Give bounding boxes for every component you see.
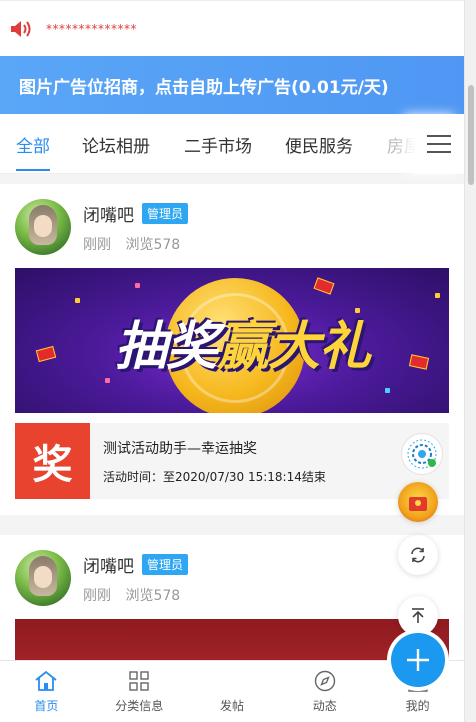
prize-icon: 奖 [15, 423, 90, 499]
scrollbar[interactable] [464, 0, 476, 722]
activity-card[interactable]: 奖 测试活动助手—幸运抽奖 活动时间：至2020/07/30 15:18:14结… [15, 423, 449, 499]
activity-title: 测试活动助手—幸运抽奖 [103, 440, 257, 457]
menu-icon[interactable] [414, 114, 464, 174]
nav-category-label: 分类信息 [115, 699, 164, 713]
tab-second-hand[interactable]: 二手市场 [184, 132, 252, 157]
nav-mine-label: 我的 [405, 699, 430, 713]
scrollbar-thumb[interactable] [468, 85, 474, 185]
nav-feed-label: 动态 [312, 699, 337, 713]
avatar[interactable] [15, 550, 71, 606]
view-count: 浏览578 [125, 236, 181, 253]
post-time: 刚刚 [83, 236, 111, 253]
category-tabs: 全部 论坛相册 二手市场 便民服务 房屋 [0, 114, 464, 174]
refresh-icon[interactable] [398, 535, 438, 575]
nav-home-label: 首页 [34, 699, 59, 713]
nav-home[interactable]: 首页 [0, 661, 93, 722]
bottom-nav: 首页 分类信息 发帖 动态 我的 [0, 629, 464, 722]
lottery-image-title: 抽奖赢大礼 [115, 317, 371, 377]
nav-post[interactable]: 发帖 [186, 629, 449, 722]
author-name[interactable]: 闭嘴吧 [83, 201, 134, 226]
main-content: ************** 图片广告位招商，点击自助上传广告(0.01元/天)… [0, 0, 464, 722]
activity-time: 活动时间：至2020/07/30 15:18:14结束 [103, 469, 326, 484]
page: ************** 图片广告位招商，点击自助上传广告(0.01元/天)… [0, 0, 476, 722]
tab-services[interactable]: 便民服务 [285, 132, 353, 157]
post-header: 闭嘴吧 管理员 刚刚 浏览578 [15, 535, 449, 617]
post-header: 闭嘴吧 管理员 刚刚 浏览578 [15, 184, 449, 266]
notice-text: ************** [46, 21, 137, 36]
post-time: 刚刚 [83, 587, 111, 604]
lottery-image[interactable]: 抽奖赢大礼 [15, 268, 449, 413]
qrcode-icon[interactable] [401, 433, 443, 475]
compass-icon [314, 668, 336, 694]
avatar[interactable] [15, 199, 71, 255]
plus-icon [390, 633, 445, 687]
ad-banner[interactable]: 图片广告位招商，点击自助上传广告(0.01元/天) [0, 56, 464, 114]
nav-feed[interactable]: 动态 [278, 661, 371, 722]
grid-icon [129, 668, 149, 694]
nav-category[interactable]: 分类信息 [93, 661, 186, 722]
post-button[interactable] [386, 629, 449, 691]
post-card[interactable]: 闭嘴吧 管理员 刚刚 浏览578 [0, 184, 464, 515]
home-icon [34, 668, 58, 694]
admin-badge: 管理员 [142, 553, 189, 575]
red-packet-icon[interactable] [398, 482, 438, 522]
notice-bar[interactable]: ************** [0, 0, 464, 56]
author-name[interactable]: 闭嘴吧 [83, 552, 134, 577]
nav-post-label: 发帖 [219, 699, 244, 713]
tab-forum-album[interactable]: 论坛相册 [82, 132, 150, 157]
view-count: 浏览578 [125, 587, 181, 604]
speaker-icon [10, 18, 36, 40]
tab-all[interactable]: 全部 [16, 132, 50, 171]
admin-badge: 管理员 [142, 202, 189, 224]
